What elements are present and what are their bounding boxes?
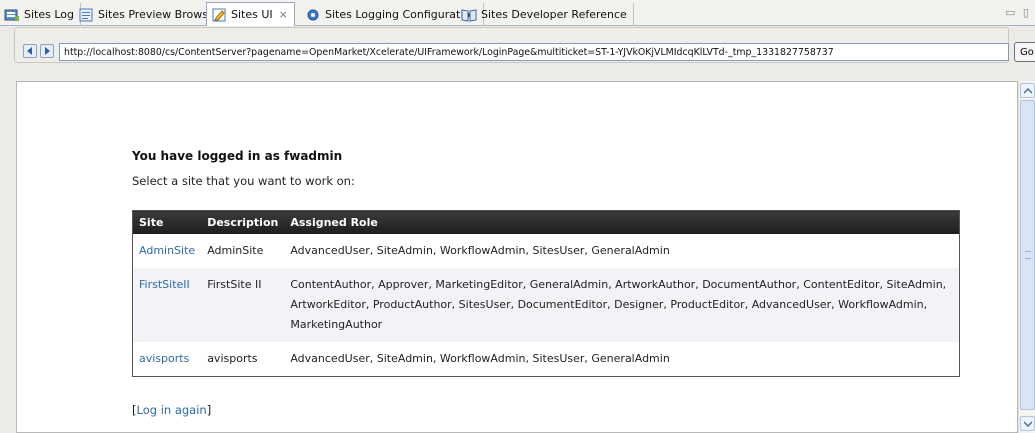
gear-icon (305, 7, 321, 23)
book-icon (461, 7, 477, 23)
tab-label: Sites Developer Reference (481, 8, 627, 21)
site-cell: avisports (133, 342, 202, 377)
tab-label: Sites Preview Browser (98, 8, 220, 21)
forward-button[interactable] (40, 44, 54, 58)
site-cell: FirstSiteII (132, 267, 202, 342)
back-button[interactable] (23, 44, 37, 58)
log-in-again-link[interactable]: Log in again (137, 403, 207, 417)
chevron-up-icon (1023, 87, 1032, 94)
tab-label: Sites Log (24, 8, 74, 21)
description-cell: avisports (207, 351, 258, 365)
forward-arrow-icon (45, 47, 50, 55)
tab-sites-developer-reference[interactable]: Sites Developer Reference (457, 3, 634, 26)
vertical-scrollbar[interactable] (1018, 81, 1035, 433)
close-icon[interactable]: ⨯ (279, 8, 288, 21)
grip-icon (1025, 251, 1031, 259)
scrollbar-thumb[interactable] (1020, 100, 1035, 410)
minimize-maximize-icon[interactable]: ▭ ▯ (1005, 6, 1031, 19)
chevron-down-icon (1023, 420, 1032, 427)
browser-content: You have logged in as fwadmin Select a s… (16, 81, 1018, 433)
assigned-role-cell: AdvancedUser, SiteAdmin, WorkflowAdmin, … (290, 243, 670, 257)
site-cell: AdminSite (133, 234, 202, 268)
page-title: You have logged in as fwadmin (132, 149, 343, 163)
table-row: FirstSiteII FirstSite II ContentAuthor, Ap… (132, 267, 960, 342)
relogin-line: [Log in again] (132, 403, 211, 417)
edit-icon (211, 7, 227, 23)
tab-sites-log[interactable]: Sites Log (0, 3, 81, 26)
preview-icon (78, 7, 94, 23)
log-icon (4, 7, 20, 23)
tab-sites-preview-browser[interactable]: Sites Preview Browser (74, 3, 227, 26)
assigned-role-cell: AdvancedUser, SiteAdmin, WorkflowAdmin, … (290, 351, 670, 365)
description-cell: FirstSite II (201, 267, 285, 342)
description-cell: AdminSite (207, 243, 264, 257)
assigned-role-cell: ContentAuthor, Approver, MarketingEditor… (284, 267, 960, 342)
back-arrow-icon (27, 47, 32, 55)
scroll-down-button[interactable] (1020, 416, 1035, 431)
tab-label: Sites UI (231, 8, 273, 21)
url-input[interactable] (59, 43, 1009, 61)
table-header-row: Site Description Assigned Role (132, 210, 960, 234)
table-row: AdminSite AdminSite AdvancedUser, SiteAdmi… (133, 234, 960, 268)
tab-sites-ui[interactable]: Sites UI ⨯ (206, 2, 295, 26)
sites-table: Site Description Assigned Role AdminSite… (132, 210, 960, 377)
bracket-close: ] (206, 403, 212, 417)
site-link[interactable]: avisports (139, 352, 189, 365)
tab-label: Sites Logging Configuration (325, 8, 478, 21)
column-header-assigned-role: Assigned Role (284, 210, 960, 234)
page-subtitle: Select a site that you want to work on: (132, 174, 355, 188)
go-button-label: Go (1020, 46, 1034, 58)
column-header-site: Site (132, 210, 202, 234)
editor-tab-bar: Sites Log Sites Preview Browser Sites UI… (0, 0, 1035, 26)
column-header-description: Description (201, 210, 285, 234)
site-link[interactable]: AdminSite (139, 244, 195, 257)
table-row: avisports avisports AdvancedUser, SiteAdmi… (133, 342, 960, 377)
scroll-up-button[interactable] (1020, 83, 1035, 98)
go-button[interactable]: Go (1014, 42, 1035, 62)
site-link[interactable]: FirstSiteII (139, 278, 190, 291)
